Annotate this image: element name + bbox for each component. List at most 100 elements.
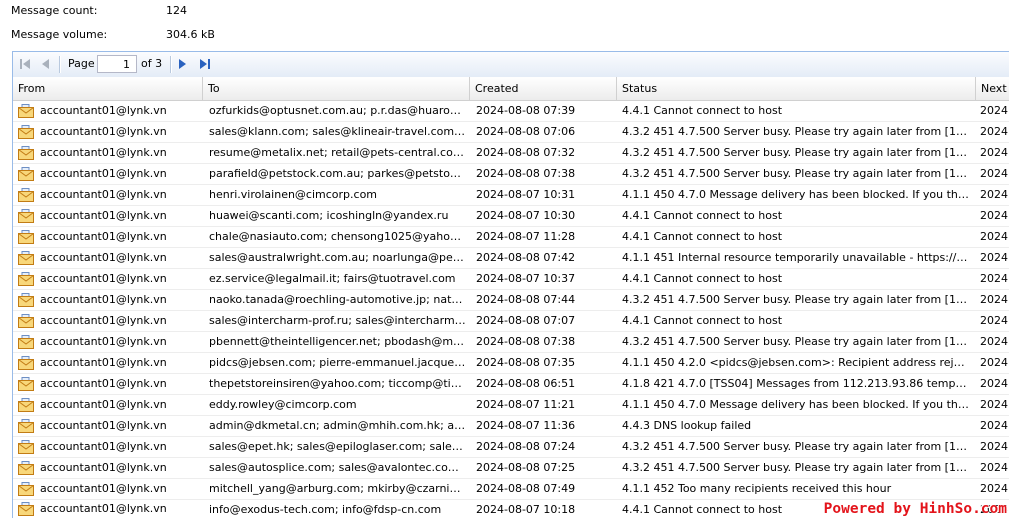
from-text: accountant01@lynk.vn	[40, 209, 167, 222]
last-page-button[interactable]	[200, 58, 211, 70]
table-row[interactable]: accountant01@lynk.vn henri.virolainen@ci…	[13, 185, 1009, 206]
to-cell: huawei@scanti.com; icoshingln@yandex.ru	[209, 209, 449, 222]
table-row[interactable]: accountant01@lynk.vn sales@autosplice.co…	[13, 458, 1009, 479]
envelope-icon	[18, 419, 34, 433]
next-page-button[interactable]	[179, 58, 187, 70]
created-cell: 2024-08-08 07:49	[476, 482, 576, 495]
envelope-icon	[18, 356, 34, 370]
envelope-icon	[18, 461, 34, 475]
created-cell: 2024-08-07 11:36	[476, 419, 576, 432]
table-row[interactable]: accountant01@lynk.vn admin@dkmetal.cn; a…	[13, 416, 1009, 437]
column-header-to[interactable]: To	[203, 77, 470, 100]
status-cell: 4.1.1 451 Internal resource temporarily …	[622, 251, 968, 264]
column-header-status[interactable]: Status	[617, 77, 976, 100]
prev-page-button[interactable]	[42, 58, 50, 70]
first-page-icon	[20, 59, 30, 69]
from-text: accountant01@lynk.vn	[40, 104, 167, 117]
table-row[interactable]: accountant01@lynk.vn thepetstoreinsiren@…	[13, 374, 1009, 395]
next-cell: 2024	[980, 272, 1008, 285]
watermark: Powered by HinhSo.com	[823, 501, 1007, 517]
column-header-next[interactable]: Next	[976, 77, 1009, 100]
from-cell: accountant01@lynk.vn	[13, 395, 203, 415]
to-cell: pbennett@theintelligencer.net; pbodash@m…	[209, 335, 465, 348]
to-cell: chale@nasiauto.com; chensong1025@yaho…	[209, 230, 461, 243]
table-row[interactable]: accountant01@lynk.vn mitchell_yang@arbur…	[13, 479, 1009, 500]
from-cell: accountant01@lynk.vn	[13, 311, 203, 331]
from-cell: accountant01@lynk.vn	[13, 206, 203, 226]
column-header-from[interactable]: From	[13, 77, 203, 100]
next-cell: 2024	[980, 440, 1008, 453]
created-cell: 2024-08-08 07:32	[476, 146, 576, 159]
table-row[interactable]: accountant01@lynk.vn chale@nasiauto.com;…	[13, 227, 1009, 248]
table-row[interactable]: accountant01@lynk.vn pidcs@jebsen.com; p…	[13, 353, 1009, 374]
status-cell: 4.3.2 451 4.7.500 Server busy. Please tr…	[622, 440, 967, 453]
next-cell: 2024	[980, 419, 1008, 432]
table-row[interactable]: accountant01@lynk.vn naoko.tanada@roechl…	[13, 290, 1009, 311]
envelope-icon	[18, 482, 34, 496]
status-cell: 4.3.2 451 4.7.500 Server busy. Please tr…	[622, 146, 967, 159]
next-cell: 2024	[980, 251, 1008, 264]
created-cell: 2024-08-08 07:38	[476, 335, 576, 348]
next-cell: 2024	[980, 398, 1008, 411]
created-cell: 2024-08-08 07:38	[476, 167, 576, 180]
table-row[interactable]: accountant01@lynk.vn resume@metalix.net;…	[13, 143, 1009, 164]
to-cell: henri.virolainen@cimcorp.com	[209, 188, 378, 201]
table-row[interactable]: accountant01@lynk.vn parafield@petstock.…	[13, 164, 1009, 185]
next-cell: 2024	[980, 461, 1008, 474]
to-cell: sales@autosplice.com; sales@avalontec.co…	[209, 461, 459, 474]
table-row[interactable]: accountant01@lynk.vn sales@intercharm-pr…	[13, 311, 1009, 332]
envelope-icon	[18, 125, 34, 139]
to-cell: sales@australwright.com.au; noarlunga@pe…	[209, 251, 464, 264]
table-row[interactable]: accountant01@lynk.vn sales@klann.com; sa…	[13, 122, 1009, 143]
table-row[interactable]: accountant01@lynk.vn sales@epet.hk; sale…	[13, 437, 1009, 458]
page-label: Page	[68, 57, 95, 70]
first-page-button[interactable]	[20, 58, 31, 70]
envelope-icon	[18, 167, 34, 181]
from-cell: accountant01@lynk.vn	[13, 269, 203, 289]
from-text: accountant01@lynk.vn	[40, 314, 167, 327]
envelope-icon	[18, 335, 34, 349]
status-cell: 4.4.1 Cannot connect to host	[622, 230, 783, 243]
from-text: accountant01@lynk.vn	[40, 188, 167, 201]
message-count-value: 124	[166, 4, 187, 17]
status-cell: 4.1.1 452 Too many recipients received t…	[622, 482, 892, 495]
envelope-icon	[18, 314, 34, 328]
from-cell: accountant01@lynk.vn	[13, 416, 203, 436]
to-cell: info@exodus-tech.com; info@fdsp-cn.com	[209, 503, 442, 516]
table-row[interactable]: accountant01@lynk.vn pbennett@theintelli…	[13, 332, 1009, 353]
message-queue-grid: From To Created Status Next accountant01…	[12, 77, 1009, 518]
status-cell: 4.1.1 450 4.7.0 Message delivery has bee…	[622, 188, 969, 201]
grid-body: accountant01@lynk.vn ozfurkids@optusnet.…	[13, 101, 1009, 518]
next-cell: 2024	[980, 146, 1008, 159]
next-cell: 2024	[980, 188, 1008, 201]
from-cell: accountant01@lynk.vn	[13, 353, 203, 373]
created-cell: 2024-08-08 07:07	[476, 314, 576, 327]
column-header-created[interactable]: Created	[470, 77, 617, 100]
table-row[interactable]: accountant01@lynk.vn ez.service@legalmai…	[13, 269, 1009, 290]
created-cell: 2024-08-08 07:39	[476, 104, 576, 117]
from-cell: accountant01@lynk.vn	[13, 290, 203, 310]
envelope-icon	[18, 293, 34, 307]
from-cell: accountant01@lynk.vn	[13, 101, 203, 121]
created-cell: 2024-08-08 07:25	[476, 461, 576, 474]
page-number-input[interactable]	[97, 55, 137, 73]
from-cell: accountant01@lynk.vn	[13, 458, 203, 478]
from-text: accountant01@lynk.vn	[40, 356, 167, 369]
table-row[interactable]: accountant01@lynk.vn eddy.rowley@cimcorp…	[13, 395, 1009, 416]
next-cell: 2024	[980, 167, 1008, 180]
last-page-icon	[200, 59, 210, 69]
status-cell: 4.1.8 421 4.7.0 [TSS04] Messages from 11…	[622, 377, 967, 390]
table-row[interactable]: accountant01@lynk.vn ozfurkids@optusnet.…	[13, 101, 1009, 122]
next-cell: 2024	[980, 209, 1008, 222]
table-row[interactable]: accountant01@lynk.vn sales@australwright…	[13, 248, 1009, 269]
envelope-icon	[18, 377, 34, 391]
status-cell: 4.4.1 Cannot connect to host	[622, 314, 783, 327]
status-cell: 4.3.2 451 4.7.500 Server busy. Please tr…	[622, 335, 967, 348]
from-cell: accountant01@lynk.vn	[13, 479, 203, 499]
from-text: accountant01@lynk.vn	[40, 398, 167, 411]
from-cell: accountant01@lynk.vn	[13, 500, 203, 518]
to-cell: mitchell_yang@arburg.com; mkirby@czarni…	[209, 482, 461, 495]
from-text: accountant01@lynk.vn	[40, 272, 167, 285]
from-text: accountant01@lynk.vn	[40, 502, 167, 515]
table-row[interactable]: accountant01@lynk.vn huawei@scanti.com; …	[13, 206, 1009, 227]
